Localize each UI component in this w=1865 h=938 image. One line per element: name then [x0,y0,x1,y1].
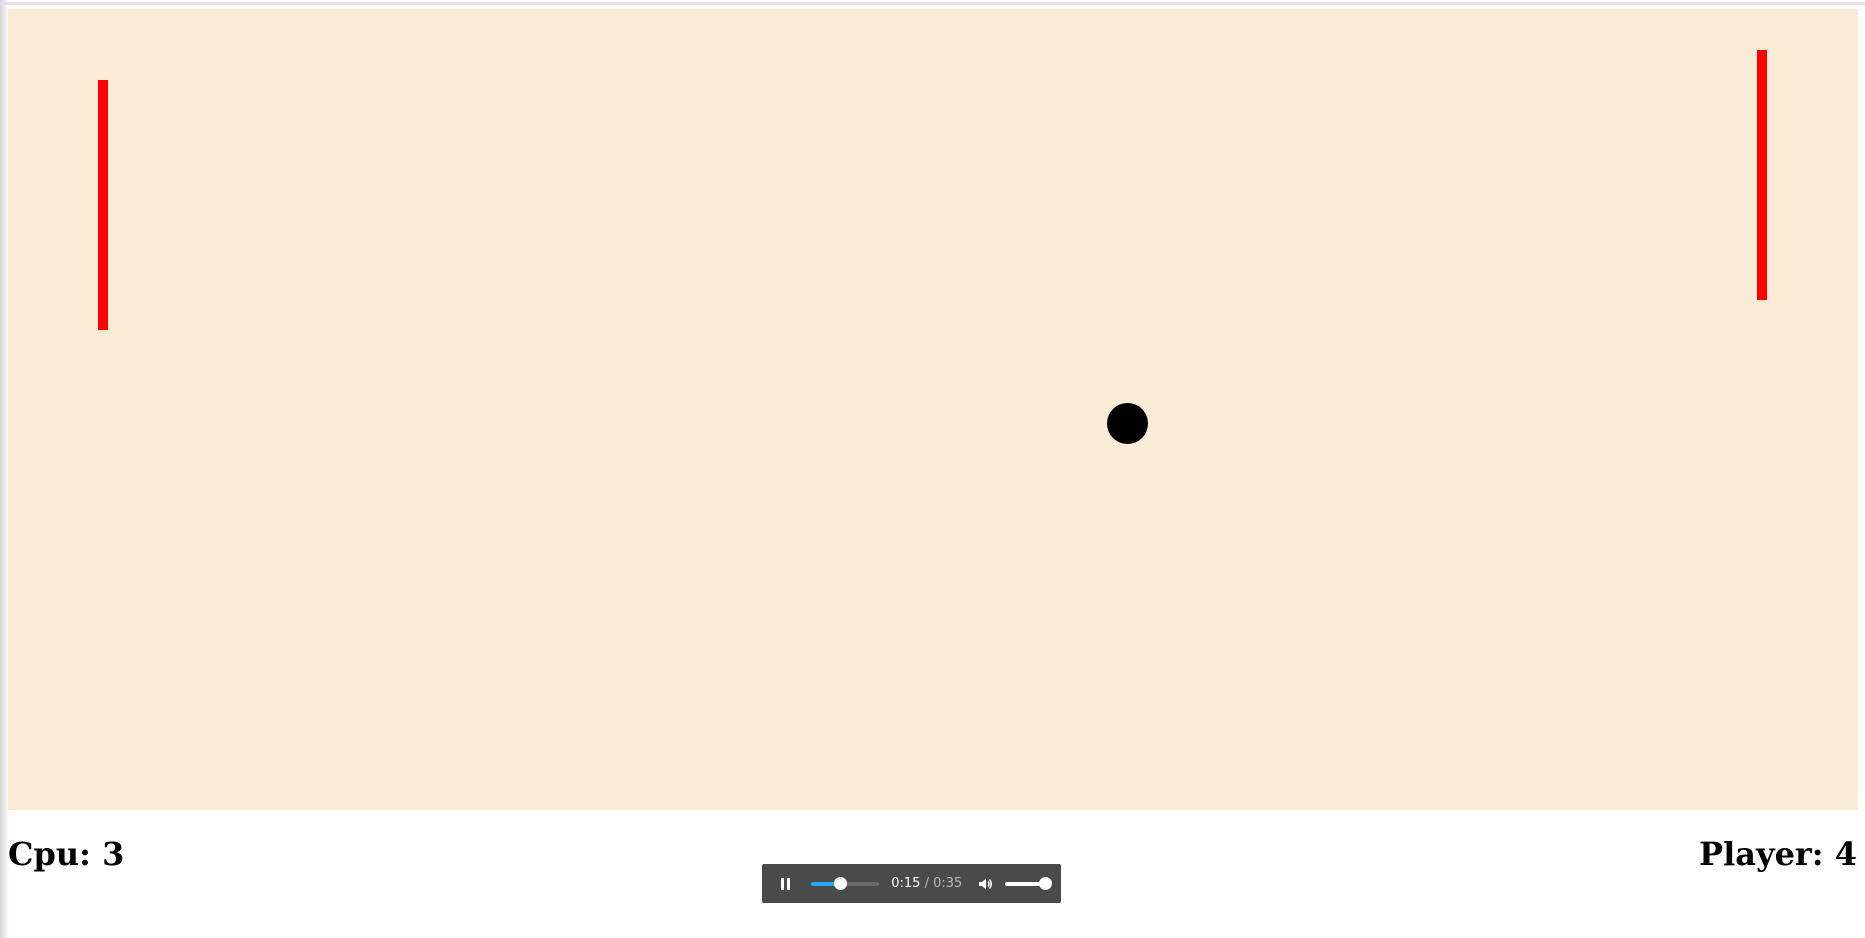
pause-icon [779,877,791,890]
mute-button[interactable] [976,875,993,893]
seek-slider[interactable] [810,876,880,892]
current-time: 0:15 [891,876,921,891]
audio-player: 0:15 / 0:35 [762,864,1061,903]
time-display: 0:15 / 0:35 [891,876,962,891]
speaker-icon [978,878,992,889]
player-score: Player: 4 [1699,835,1857,873]
seek-thumb[interactable] [834,876,848,890]
player-paddle[interactable] [1757,50,1767,300]
time-separator: / [920,876,934,891]
volume-thumb[interactable] [1039,876,1053,890]
cpu-paddle [98,80,108,330]
top-border-line [0,2,1865,5]
game-board[interactable] [8,9,1858,810]
page: Cpu: 3 Player: 4 0:15 / 0:35 [0,0,1865,938]
ball [1107,403,1148,444]
volume-slider[interactable] [1005,876,1053,892]
pause-button[interactable] [774,872,797,896]
duration: 0:35 [933,876,963,891]
cpu-score: Cpu: 3 [8,835,125,873]
